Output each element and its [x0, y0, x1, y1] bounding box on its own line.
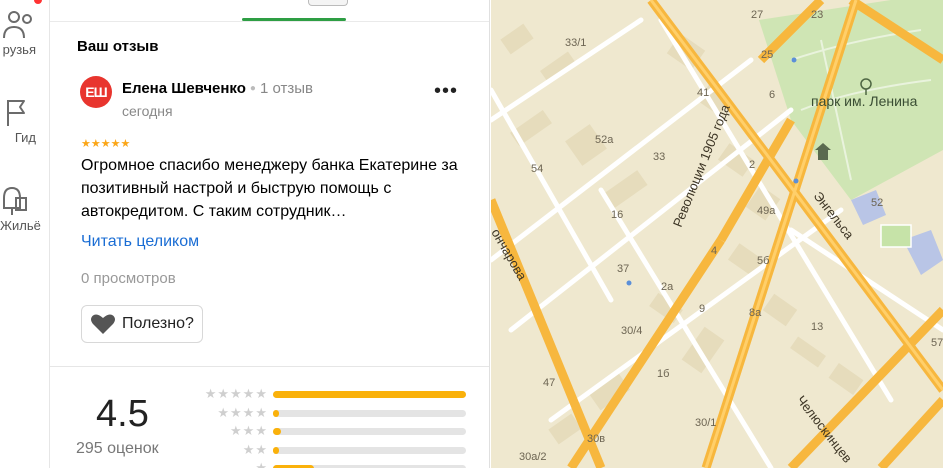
rating-row-stars: ★ — [255, 460, 268, 468]
star-icon: ★ — [81, 138, 91, 150]
rating-distribution-row: ★★ — [188, 441, 478, 458]
rail-item-guide[interactable]: Гид — [0, 96, 50, 145]
building-number-label: 1б — [657, 368, 669, 380]
friends-icon — [0, 8, 50, 40]
map-view[interactable]: Революции 1905 года Энгельса Челюскинцев… — [491, 0, 943, 468]
building-number-label: 47 — [543, 377, 555, 389]
park-label: парк им. Ленина — [811, 93, 918, 109]
active-tab-indicator — [242, 18, 346, 21]
read-more-link[interactable]: Читать целиком — [81, 233, 199, 251]
building-number-label: 25 — [761, 49, 773, 61]
building-number-label: 9 — [699, 303, 705, 315]
divider — [50, 366, 489, 367]
sports-field — [880, 224, 912, 248]
review-panel: Ваш отзыв ЕШ Елена Шевченко ● 1 отзыв сего… — [50, 0, 490, 468]
useful-button[interactable]: Полезно? — [81, 305, 203, 343]
building-number-label: 8a — [749, 307, 762, 319]
building-number-label: 30/1 — [695, 417, 716, 429]
rating-distribution-row: ★★★★★ — [188, 386, 478, 402]
building-number-label: 30/4 — [621, 325, 642, 337]
building-number-label: 2a — [661, 281, 674, 293]
tab-chip[interactable] — [308, 0, 348, 6]
building-number-label: 37 — [617, 263, 629, 275]
star-icon: ★ — [120, 138, 131, 150]
stop-marker — [791, 57, 797, 63]
stop-marker — [793, 178, 799, 184]
building-number-label: 33/1 — [565, 37, 586, 49]
building-number-label: 2 — [749, 159, 755, 171]
building-number-label: 49a — [757, 205, 776, 217]
rating-row-stars: ★★★★★ — [204, 386, 268, 401]
left-rail: рузья Гид Жильё — [0, 0, 50, 468]
rail-item-housing-label: Жильё — [0, 218, 41, 233]
rail-item-guide-label: Гид — [14, 130, 36, 145]
separator-dot: ● — [249, 83, 256, 94]
building-number-label: 6 — [769, 89, 775, 101]
rail-item-friends[interactable]: рузья — [0, 8, 50, 57]
building-number-label: 4 — [711, 245, 717, 257]
stop-marker — [626, 280, 632, 286]
building-number-label: 41 — [697, 87, 709, 99]
author-review-count: 1 отзыв — [259, 80, 313, 97]
building-number-label: 52a — [595, 134, 614, 146]
rating-distribution-row: ★ — [188, 460, 478, 468]
rating-bar-fill — [273, 428, 281, 435]
building-number-label: 30a/2 — [519, 451, 547, 463]
avatar[interactable]: ЕШ — [80, 76, 112, 108]
rating-row-stars: ★★★★ — [217, 404, 268, 420]
review-date: сегодня — [122, 103, 173, 119]
building-number-label: 33 — [653, 151, 665, 163]
star-icon: ★ — [100, 138, 111, 150]
rail-item-friends-label: рузья — [2, 42, 36, 57]
rating-bar-track — [273, 391, 466, 398]
review-stars: ★★★★★ — [81, 137, 130, 150]
flag-icon — [0, 96, 50, 128]
notification-dot — [34, 0, 42, 4]
building-number-label: 13 — [811, 321, 823, 333]
star-icon: ★ — [110, 138, 121, 150]
rating-bar-track — [273, 428, 466, 435]
useful-label: Полезно? — [122, 315, 194, 332]
review-text: Огромное спасибо менеджеру банка Екатери… — [81, 157, 458, 220]
rating-bar-fill — [273, 409, 279, 417]
rating-bar-track — [273, 409, 466, 417]
building-number-label: 23 — [811, 9, 823, 21]
rating-bar-fill — [273, 391, 466, 398]
rating-count: 295 оценок — [76, 440, 159, 457]
tabs-bar — [50, 0, 489, 22]
housing-icon — [0, 184, 50, 216]
rating-row-stars: ★★ — [242, 441, 268, 457]
rail-item-housing[interactable]: Жильё — [0, 184, 50, 233]
more-options-button[interactable]: ••• — [434, 80, 459, 106]
building-number-label: 54 — [531, 163, 543, 175]
average-rating: 4.5 — [96, 393, 149, 435]
star-icon: ★ — [90, 138, 101, 150]
more-dots-icon: ••• — [434, 80, 459, 102]
author-name[interactable]: Елена Шевченко — [122, 80, 246, 97]
building-number-label: 57 — [931, 337, 943, 349]
map-canvas[interactable]: Революции 1905 года Энгельса Челюскинцев… — [491, 0, 943, 468]
building-number-label: 52 — [871, 197, 883, 209]
building-number-label: 27 — [751, 9, 763, 21]
heart-icon — [91, 314, 115, 334]
views-count: 0 просмотров — [81, 270, 176, 287]
rating-distribution-row: ★★★ — [188, 423, 478, 439]
rating-distribution-row: ★★★★ — [188, 404, 478, 421]
rating-bar-fill — [273, 446, 279, 454]
rating-bar-track — [273, 446, 466, 454]
section-title: Ваш отзыв — [77, 38, 159, 55]
building-number-label: 30в — [587, 433, 605, 445]
building-number-label: 16 — [611, 209, 623, 221]
author-line: Елена Шевченко ● 1 отзыв — [122, 80, 313, 97]
building-number-label: 5б — [757, 255, 769, 267]
rating-row-stars: ★★★ — [230, 423, 268, 438]
